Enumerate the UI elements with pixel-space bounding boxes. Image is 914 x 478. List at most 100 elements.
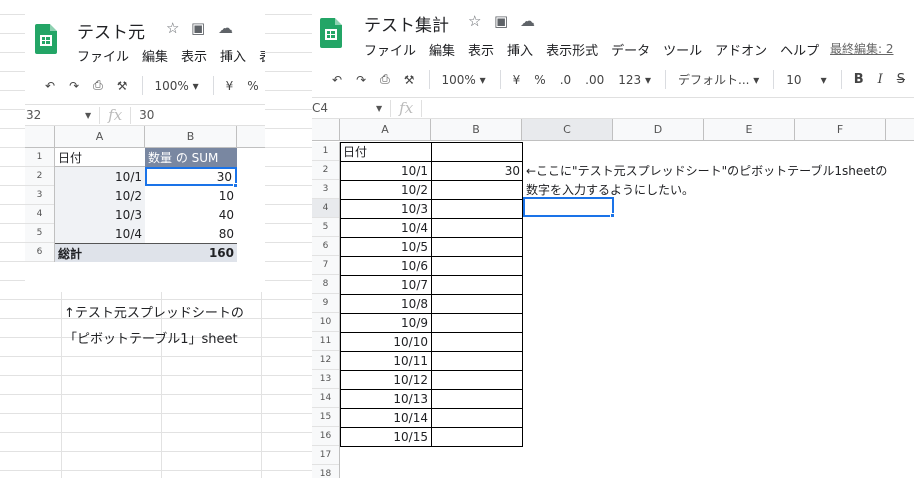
redo-icon[interactable]: ↷: [356, 73, 366, 87]
row-header[interactable]: 11: [312, 332, 339, 351]
corner-cell[interactable]: [25, 126, 55, 147]
date-cell[interactable]: 10/9: [340, 313, 431, 332]
date-cell[interactable]: 10/8: [340, 294, 431, 313]
column-header-c[interactable]: C: [522, 119, 613, 140]
pivot-value-cell[interactable]: 80: [145, 224, 237, 243]
pivot-value-cell[interactable]: 40: [145, 205, 237, 224]
pivot-date-cell[interactable]: 10/3: [55, 205, 145, 224]
column-header-d[interactable]: D: [613, 119, 704, 140]
menu-file[interactable]: ファイル: [364, 40, 416, 59]
bold-button[interactable]: B: [854, 72, 864, 87]
date-cell[interactable]: 10/6: [340, 256, 431, 275]
paint-format-icon[interactable]: ⚒: [117, 79, 128, 93]
undo-icon[interactable]: ↶: [45, 79, 55, 93]
menu-view[interactable]: 表示: [468, 40, 494, 59]
pivot-date-cell[interactable]: 10/1: [55, 167, 145, 186]
row-header[interactable]: 16: [312, 427, 339, 446]
currency-button[interactable]: ¥: [513, 73, 521, 87]
move-folder-icon[interactable]: ▣: [191, 19, 205, 37]
pivot-value-cell[interactable]: 10: [145, 186, 237, 205]
menu-tools[interactable]: ツール: [663, 40, 702, 59]
row-header[interactable]: 9: [312, 294, 339, 313]
document-title[interactable]: テスト集計: [364, 11, 449, 36]
row-header[interactable]: 17: [312, 446, 339, 465]
column-header-f[interactable]: F: [795, 119, 886, 140]
row-header[interactable]: 10: [312, 313, 339, 332]
more-formats-select[interactable]: 123 ▾: [618, 73, 651, 87]
zoom-select[interactable]: 100% ▾: [155, 79, 199, 93]
row-header[interactable]: 5: [312, 218, 339, 237]
menu-format[interactable]: 表示形式: [546, 40, 598, 59]
menu-data[interactable]: データ: [611, 40, 650, 59]
menu-help[interactable]: ヘルプ: [780, 40, 819, 59]
date-cell[interactable]: 10/15: [340, 427, 431, 446]
row-header[interactable]: 12: [312, 351, 339, 370]
pivot-date-cell[interactable]: 10/2: [55, 186, 145, 205]
header-cell-date[interactable]: 日付: [340, 142, 431, 161]
print-icon[interactable]: ⎙: [93, 78, 103, 93]
star-icon[interactable]: ☆: [468, 12, 481, 30]
date-cell[interactable]: 10/13: [340, 389, 431, 408]
date-cell[interactable]: 10/10: [340, 332, 431, 351]
date-cell[interactable]: 10/5: [340, 237, 431, 256]
date-cell[interactable]: 10/7: [340, 275, 431, 294]
date-cell[interactable]: 10/12: [340, 370, 431, 389]
value-cell-b2[interactable]: 30: [432, 161, 523, 180]
row-header[interactable]: 6: [312, 237, 339, 256]
row-header[interactable]: 3: [25, 186, 54, 205]
menu-file[interactable]: ファイル: [77, 46, 129, 65]
selected-cell-c4[interactable]: [523, 197, 614, 217]
column-header-a[interactable]: A: [55, 126, 145, 147]
row-header[interactable]: 1: [312, 142, 339, 161]
redo-icon[interactable]: ↷: [69, 79, 79, 93]
date-cell[interactable]: 10/1: [340, 161, 431, 180]
percent-button[interactable]: %: [534, 73, 545, 87]
zoom-select[interactable]: 100% ▾: [442, 73, 486, 87]
menu-edit[interactable]: 編集: [142, 46, 168, 65]
row-header[interactable]: 4: [25, 205, 54, 224]
decrease-decimal-button[interactable]: .0: [560, 73, 571, 87]
menu-insert[interactable]: 挿入: [507, 40, 533, 59]
increase-decimal-button[interactable]: .00: [585, 73, 604, 87]
print-icon[interactable]: ⎙: [380, 72, 390, 87]
pivot-total-value[interactable]: 160: [145, 243, 237, 262]
pivot-total-label[interactable]: 総計: [55, 243, 145, 262]
dropdown-icon[interactable]: ▼: [85, 111, 91, 120]
formula-input[interactable]: 30: [139, 108, 154, 122]
date-cell[interactable]: 10/14: [340, 408, 431, 427]
undo-icon[interactable]: ↶: [332, 73, 342, 87]
last-edit-link[interactable]: 最終編集: 2: [830, 40, 894, 57]
row-header[interactable]: 2: [25, 167, 54, 186]
date-cell[interactable]: 10/3: [340, 199, 431, 218]
star-icon[interactable]: ☆: [166, 19, 179, 37]
menu-view[interactable]: 表示: [181, 46, 207, 65]
document-title[interactable]: テスト元: [77, 18, 145, 43]
row-header[interactable]: 13: [312, 370, 339, 389]
pivot-header-sum[interactable]: 数量 の SUM: [145, 148, 237, 167]
row-header[interactable]: 5: [25, 224, 54, 243]
paint-format-icon[interactable]: ⚒: [404, 73, 415, 87]
column-header-a[interactable]: A: [340, 119, 431, 140]
date-cell[interactable]: 10/11: [340, 351, 431, 370]
cloud-status-icon[interactable]: ☁: [520, 12, 535, 30]
italic-button[interactable]: I: [878, 72, 883, 87]
menu-format[interactable]: 表: [259, 46, 265, 65]
corner-cell[interactable]: [312, 119, 340, 140]
name-box[interactable]: 32: [25, 108, 85, 122]
selection-handle[interactable]: [610, 213, 615, 218]
row-header[interactable]: 8: [312, 275, 339, 294]
row-header[interactable]: 4: [312, 199, 339, 218]
pivot-header-date[interactable]: 日付: [55, 148, 145, 167]
date-cell[interactable]: 10/4: [340, 218, 431, 237]
menu-addons[interactable]: アドオン: [715, 40, 767, 59]
dropdown-icon[interactable]: ▼: [376, 104, 382, 113]
cloud-status-icon[interactable]: ☁: [218, 19, 233, 37]
row-header[interactable]: 14: [312, 389, 339, 408]
column-header-b[interactable]: B: [145, 126, 237, 147]
row-header[interactable]: 1: [25, 148, 54, 167]
menu-insert[interactable]: 挿入: [220, 46, 246, 65]
row-header[interactable]: 7: [312, 256, 339, 275]
move-folder-icon[interactable]: ▣: [494, 12, 508, 30]
font-select[interactable]: デフォルト... ▾: [678, 71, 759, 88]
row-header[interactable]: 3: [312, 180, 339, 199]
